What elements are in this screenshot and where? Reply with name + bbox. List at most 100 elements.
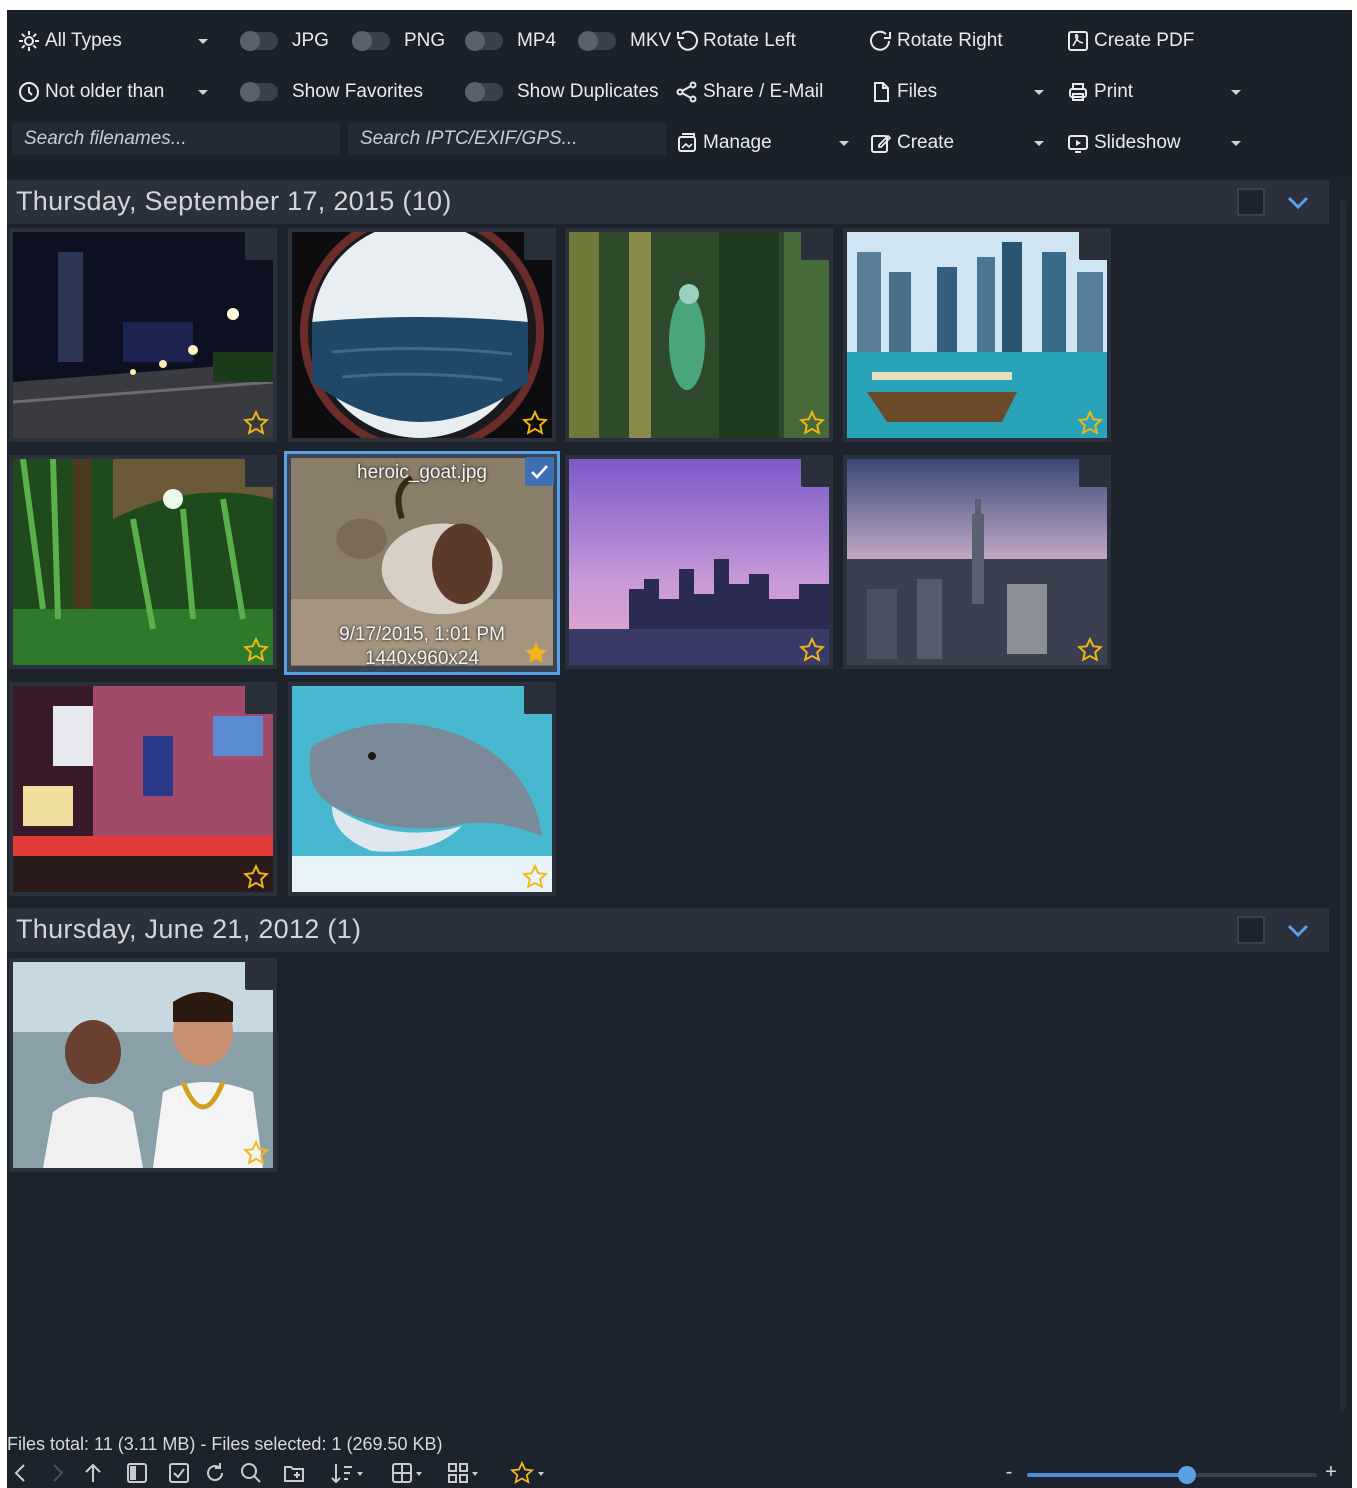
zoom-slider-fill (1027, 1473, 1187, 1477)
select-all-icon[interactable] (167, 1461, 191, 1485)
thumbnail-dubai-boat[interactable] (843, 228, 1111, 442)
scrollbar-thumb[interactable] (1340, 200, 1346, 1410)
manage-images-icon (678, 133, 696, 152)
toggle-mkv[interactable] (578, 31, 616, 51)
thumbnail-select-box[interactable] (524, 231, 553, 260)
search-filenames-input[interactable]: Search filenames... (12, 123, 340, 155)
files-menu-button[interactable]: Files (869, 75, 937, 109)
favorite-star-outline-icon[interactable] (1077, 410, 1103, 436)
share-email-button[interactable]: Share / E-Mail (675, 75, 823, 109)
favorite-star-outline-icon[interactable] (243, 637, 269, 663)
thumbnail-select-box[interactable] (524, 685, 553, 714)
rotate-left-icon (677, 30, 698, 51)
thumbnail-layout-icon[interactable] (446, 1461, 480, 1485)
create-pdf-label: Create PDF (1094, 30, 1195, 51)
favorite-star-outline-icon[interactable] (243, 864, 269, 890)
toggle-show-favorites[interactable] (240, 82, 278, 102)
thumbnail-times-square[interactable] (9, 682, 277, 896)
slideshow-button[interactable]: Slideshow (1066, 126, 1181, 160)
thumbnail-heroic-goat[interactable]: heroic_goat.jpg 9/17/2015, 1:01 PM 1440x… (284, 451, 560, 675)
refresh-icon[interactable] (203, 1461, 227, 1485)
favorite-star-outline-icon[interactable] (799, 637, 825, 663)
favorite-star-outline-icon[interactable] (1077, 637, 1103, 663)
create-label: Create (897, 132, 955, 153)
toggle-png[interactable] (352, 31, 390, 51)
toolbar: All Types JPG PNG MP4 MKV Rotate Left Ro… (7, 10, 1352, 178)
create-pdf-button[interactable]: Create PDF (1066, 24, 1194, 58)
files-caret-icon[interactable] (1034, 90, 1044, 95)
create-caret-icon[interactable] (1034, 141, 1044, 146)
rotate-right-button[interactable]: Rotate Right (869, 24, 1003, 58)
zoom-out-button[interactable]: - (1001, 1461, 1017, 1484)
thumbnail-purple-skyline[interactable] (565, 455, 833, 669)
thumbnail-select-box[interactable] (1079, 458, 1108, 487)
favorite-star-outline-icon[interactable] (243, 1140, 269, 1166)
thumbnail-grasshopper[interactable] (565, 228, 833, 442)
favorite-star-filled-icon[interactable] (523, 640, 549, 666)
search-icon[interactable] (239, 1461, 263, 1485)
thumbnail-dolphin[interactable] (288, 682, 556, 896)
age-filter-dropdown[interactable]: Not older than (17, 75, 164, 109)
back-arrow-icon[interactable] (9, 1461, 33, 1485)
grid-view-icon[interactable] (390, 1461, 424, 1485)
group-select-checkbox[interactable] (1237, 916, 1265, 944)
search-metadata-input[interactable]: Search IPTC/EXIF/GPS... (348, 123, 666, 155)
thumbnail-select-box[interactable] (245, 458, 274, 487)
print-button[interactable]: Print (1066, 75, 1133, 109)
thumbnail-select-box[interactable] (801, 458, 830, 487)
photo-manager-window: All Types JPG PNG MP4 MKV Rotate Left Ro… (7, 10, 1352, 1488)
age-filter-caret-icon[interactable] (198, 90, 208, 95)
group-header[interactable]: Thursday, June 21, 2012 (1) (7, 908, 1329, 952)
favorite-filter-star-icon[interactable] (510, 1461, 546, 1485)
sort-order-icon[interactable] (330, 1461, 364, 1485)
add-folder-icon[interactable] (282, 1461, 306, 1485)
favorite-star-outline-icon[interactable] (799, 410, 825, 436)
manage-caret-icon[interactable] (839, 141, 849, 146)
group-select-checkbox[interactable] (1237, 188, 1265, 216)
favorite-star-outline-icon[interactable] (522, 864, 548, 890)
up-arrow-icon[interactable] (81, 1461, 105, 1485)
rotate-left-button[interactable]: Rotate Left (675, 24, 796, 58)
zoom-in-button[interactable]: + (1323, 1461, 1339, 1484)
file-count-status: Files total: 11 (3.11 MB) - Files select… (7, 1434, 443, 1454)
thumbnail-select-box[interactable] (801, 231, 830, 260)
photo-purple-skyline (569, 459, 829, 665)
thumbnail-city-night-promenade[interactable] (9, 228, 277, 442)
create-menu-button[interactable]: Create (869, 126, 954, 160)
thumbnail-select-box[interactable] (1079, 231, 1108, 260)
type-filter-caret-icon[interactable] (198, 39, 208, 44)
rotate-right-label: Rotate Right (897, 30, 1003, 51)
photo-grasshopper (569, 232, 829, 438)
thumbnail-porthole-sea[interactable] (288, 228, 556, 442)
thumbnail-select-box[interactable] (245, 961, 274, 990)
chevron-down-icon[interactable] (1285, 918, 1311, 942)
chevron-down-icon[interactable] (1285, 190, 1311, 214)
toggle-show-duplicates[interactable] (465, 82, 503, 102)
slideshow-caret-icon[interactable] (1231, 141, 1241, 146)
toggle-mp4[interactable] (465, 31, 503, 51)
type-filter-dropdown[interactable]: All Types (17, 24, 122, 58)
zoom-slider-handle[interactable] (1177, 1466, 1196, 1484)
thumbnail-select-box[interactable] (245, 231, 274, 260)
forward-arrow-icon[interactable] (45, 1461, 69, 1485)
print-caret-icon[interactable] (1231, 90, 1241, 95)
toggle-jpg[interactable] (240, 31, 278, 51)
type-filter-label: All Types (45, 30, 122, 51)
thumbnail-beach-couple[interactable] (9, 958, 277, 1172)
thumbnail-forest-willow[interactable] (9, 455, 277, 669)
panel-toggle-icon[interactable] (125, 1461, 149, 1485)
group-header[interactable]: Thursday, September 17, 2015 (10) (7, 180, 1329, 224)
file-icon (874, 82, 889, 102)
thumbnail-select-box[interactable] (525, 457, 554, 486)
thumbnail-new-york-skyline[interactable] (843, 455, 1111, 669)
slideshow-icon (1068, 135, 1088, 153)
gear-icon (19, 31, 39, 51)
toggle-png-label: PNG (404, 30, 446, 51)
zoom-slider[interactable] (1027, 1466, 1317, 1484)
vertical-scrollbar[interactable] (1337, 190, 1349, 1420)
thumbnail-select-box[interactable] (245, 685, 274, 714)
slideshow-label: Slideshow (1094, 132, 1181, 153)
manage-menu-button[interactable]: Manage (675, 126, 772, 160)
favorite-star-outline-icon[interactable] (243, 410, 269, 436)
favorite-star-outline-icon[interactable] (522, 410, 548, 436)
